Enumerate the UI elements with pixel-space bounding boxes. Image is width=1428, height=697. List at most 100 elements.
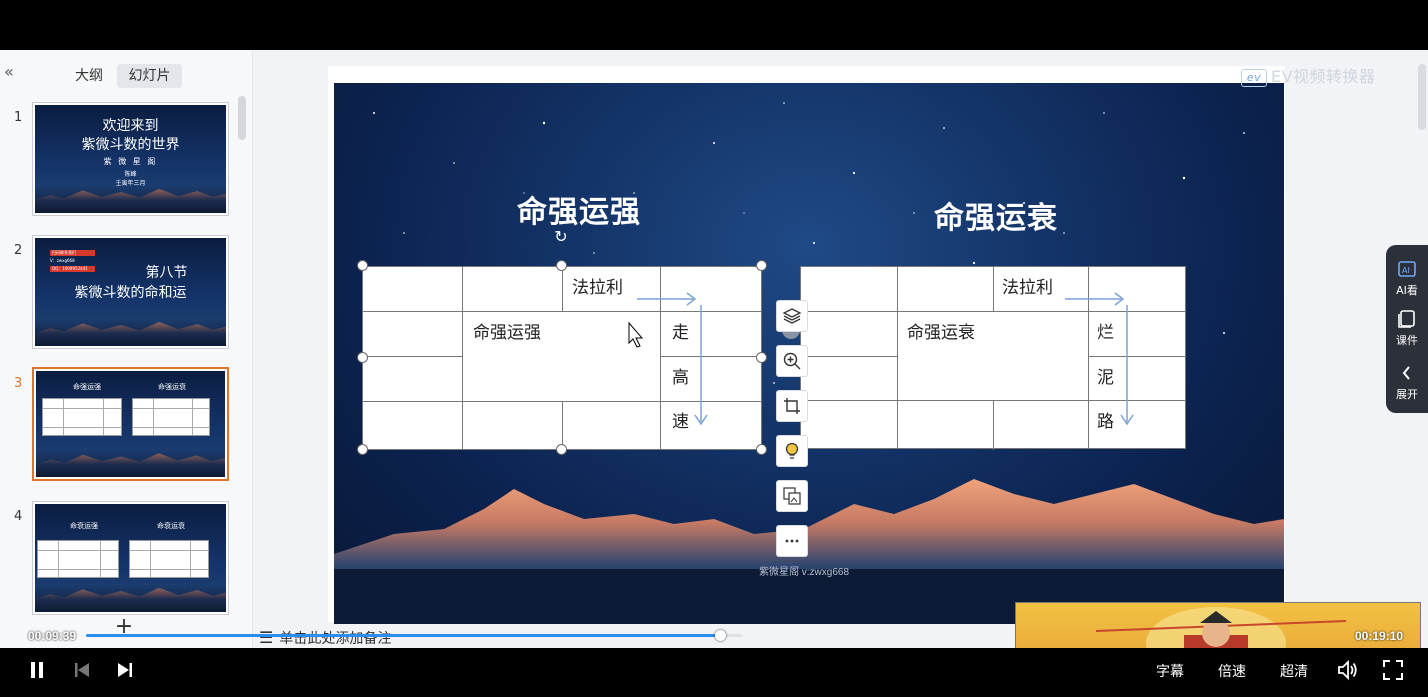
rotate-handle-icon[interactable]: ↻	[553, 229, 569, 245]
slide-right-title[interactable]: 命强运衰	[934, 193, 1058, 237]
mountain-graphic	[35, 321, 226, 346]
thumb-left-table	[42, 398, 122, 436]
pause-button[interactable]	[28, 660, 46, 684]
thumb-subtitle: 紫微斗数的命和运	[74, 285, 187, 301]
thumb-right-title: 命强运衰	[158, 383, 186, 391]
notes-icon: ☰	[259, 628, 274, 647]
slide-thumbnail-4[interactable]: 命衰运强 命衰运衰	[32, 501, 229, 615]
slide-left-title[interactable]: 命强运强	[517, 187, 641, 231]
slide-footer-text: 紫微星阁 v:zwxg668	[759, 567, 850, 578]
resize-handle[interactable]	[556, 260, 567, 271]
left-grid-table[interactable]: 法拉利 命强运强 走 高 速	[362, 266, 762, 451]
courseware-button[interactable]: 课件	[1386, 309, 1428, 348]
resize-handle[interactable]	[556, 444, 567, 455]
layers-button[interactable]	[776, 300, 808, 332]
ev-watermark-text: EV视频转换器	[1271, 67, 1376, 86]
slide-thumbnail-2[interactable]: 扫码联系我们 V：zwxg668 QQ：1009952441 第八节 紫微斗数的…	[32, 235, 229, 349]
ai-view-icon: AI	[1398, 261, 1416, 277]
resize-handle[interactable]	[756, 352, 767, 363]
move-cursor-icon	[618, 314, 644, 348]
courseware-icon	[1398, 310, 1415, 328]
volume-button[interactable]	[1336, 658, 1360, 686]
slide-thumbnail-1[interactable]: 欢迎来到 紫微斗数的世界 紫 微 星 阁 陈峰 壬寅年三月	[32, 102, 229, 216]
resize-handle[interactable]	[357, 352, 368, 363]
collapse-panel-icon[interactable]: «	[4, 64, 20, 80]
thumbnail-canvas: 欢迎来到 紫微斗数的世界 紫 微 星 阁 陈峰 壬寅年三月	[35, 105, 226, 213]
quality-button[interactable]: 超清	[1280, 661, 1308, 681]
expand-button[interactable]: 展开	[1386, 363, 1428, 402]
resize-handle[interactable]	[756, 444, 767, 455]
mini-col-line	[63, 399, 64, 435]
speed-button[interactable]: 倍速	[1218, 661, 1246, 681]
progress-track[interactable]	[86, 630, 742, 641]
more-icon	[785, 539, 799, 543]
replace-image-icon	[783, 487, 801, 505]
fullscreen-button[interactable]	[1381, 658, 1405, 686]
resize-handle[interactable]	[357, 444, 368, 455]
canvas-scrollbar[interactable]	[1418, 64, 1426, 130]
thumb-title: 欢迎来到	[102, 118, 159, 134]
mountain-graphic	[36, 453, 225, 477]
crop-icon	[784, 398, 800, 414]
progress-fill	[86, 634, 720, 637]
mini-row-line	[130, 550, 208, 551]
video-top-bar	[0, 0, 1428, 50]
presentation-app: « 大纲 幻灯片 1 欢迎来到 紫微斗数的世界 紫 微 星 阁 陈峰 壬寅年三月…	[0, 50, 1428, 648]
mini-row-line	[43, 408, 121, 409]
slide-canvas[interactable]: 命强运强 命强运衰 法拉利 命强运强 走 高 速 ↻ 法拉利 命强运衰 烂 泥 …	[334, 83, 1284, 624]
thumb-right-table	[132, 398, 210, 436]
replace-image-button[interactable]	[776, 480, 808, 512]
mini-col-line	[190, 541, 191, 577]
progress-knob[interactable]	[714, 630, 726, 641]
thumb-date: 壬寅年三月	[115, 180, 146, 187]
thumbnail-scrollbar[interactable]	[238, 96, 246, 140]
thumb-author: 陈峰	[124, 171, 137, 178]
mini-col-line	[153, 399, 154, 435]
ai-view-button[interactable]: AI AI看	[1386, 259, 1428, 298]
mountain-graphic	[35, 587, 226, 612]
svg-text:AI: AI	[1402, 266, 1410, 275]
mini-row-line	[133, 427, 209, 428]
right-grid-table[interactable]: 法拉利 命强运衰 烂 泥 路	[800, 266, 1186, 450]
slide-number: 1	[14, 110, 23, 125]
mini-row-line	[133, 408, 209, 409]
fullscreen-icon	[1383, 660, 1403, 680]
cell-top: 法拉利	[572, 278, 623, 298]
lightbulb-icon	[785, 442, 799, 459]
mini-col-line	[192, 399, 193, 435]
next-button[interactable]	[116, 660, 134, 684]
current-time: 00:09:39	[28, 629, 77, 643]
expand-label: 展开	[1396, 388, 1418, 401]
resize-handle[interactable]	[357, 260, 368, 271]
mini-row-line	[130, 569, 208, 570]
tab-slides[interactable]: 幻灯片	[117, 64, 182, 88]
smart-button[interactable]	[776, 435, 808, 467]
notes-area[interactable]: ☰ 单击此处添加备注	[259, 628, 391, 648]
chevron-left-icon	[1402, 366, 1410, 380]
skip-previous-icon	[75, 663, 89, 677]
contact-tag-text: 扫码联系我们	[52, 250, 76, 255]
thumb-left-title: 命衰运强	[70, 522, 98, 530]
mini-col-line	[58, 541, 59, 577]
slide-number: 4	[14, 509, 23, 524]
crop-button[interactable]	[776, 390, 808, 422]
cell-center: 命强运强	[473, 323, 541, 343]
thumbnail-canvas: 命强运强 命强运衰	[36, 371, 225, 477]
mini-col-line	[100, 541, 101, 577]
flow-arrow	[1065, 292, 1134, 426]
tab-outline[interactable]: 大纲	[64, 64, 114, 88]
thumb-right-table	[129, 540, 209, 578]
table-col-line	[993, 267, 994, 311]
subtitle-button[interactable]: 字幕	[1156, 661, 1184, 681]
table-col-line	[462, 267, 463, 449]
layers-icon	[782, 308, 802, 324]
previous-button[interactable]	[73, 660, 91, 684]
slide-thumbnail-3[interactable]: 命强运强 命强运衰	[32, 367, 229, 481]
zoom-button[interactable]	[776, 345, 808, 377]
resize-handle[interactable]	[756, 260, 767, 271]
more-button[interactable]	[776, 525, 808, 557]
ev-logo-icon: ev	[1241, 68, 1267, 87]
right-side-panel: AI AI看 课件 展开	[1386, 245, 1428, 413]
ev-watermark: ev EV视频转换器	[1241, 63, 1376, 87]
thumb-brand: 紫 微 星 阁	[103, 157, 158, 166]
